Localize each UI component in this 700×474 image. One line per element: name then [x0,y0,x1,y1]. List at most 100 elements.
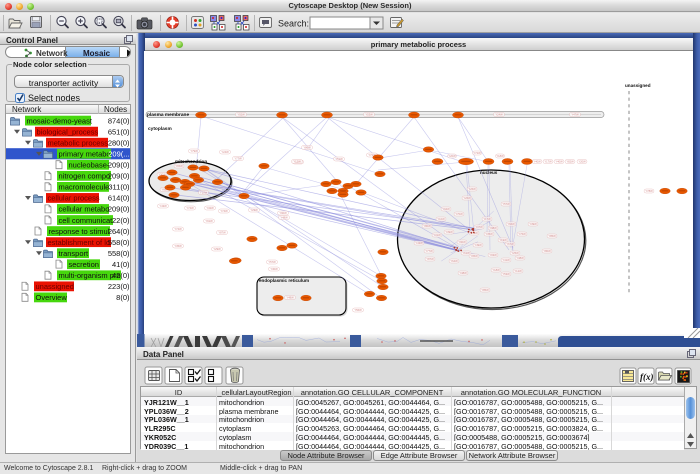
svg-text:response to stimul: response to stimul [49,226,110,235]
svg-text:Y47W: Y47W [571,113,579,117]
svg-text:Y77W: Y77W [234,157,242,161]
svg-text:311(0): 311(0) [108,182,130,191]
svg-text:Y17W: Y17W [483,217,491,221]
svg-text:Y79W: Y79W [190,149,198,153]
svg-text:Y35W: Y35W [485,232,493,236]
svg-text:Y53W: Y53W [365,113,373,117]
svg-text:42(0): 42(0) [112,271,130,280]
svg-text:Y70W: Y70W [455,212,463,216]
svg-text:Y95W: Y95W [470,254,478,258]
svg-text:Overview: Overview [36,293,68,302]
svg-text:unassigned: unassigned [625,83,651,88]
svg-text:biological_process: biological_process [37,127,99,136]
svg-text:Y12W: Y12W [293,160,301,164]
svg-text:Y67W: Y67W [506,242,514,246]
svg-text:Y90W: Y90W [458,240,466,244]
svg-text:8(0): 8(0) [116,293,130,302]
svg-text:Y92W: Y92W [237,113,245,117]
svg-text:mitochondrion: mitochondrion [175,159,207,164]
svg-text:Y43W: Y43W [159,204,167,208]
svg-text:558(0): 558(0) [108,237,130,246]
svg-text:Y18W: Y18W [492,268,500,272]
svg-text:Y90W: Y90W [279,211,287,215]
svg-text:Y80W: Y80W [423,224,431,228]
svg-text:Y25W: Y25W [511,251,519,255]
svg-text:Y82W: Y82W [566,160,574,164]
svg-text:Y74W: Y74W [174,227,182,231]
svg-text:cellular metabo: cellular metabo [59,204,110,213]
svg-text:209(...: 209(... [108,149,129,158]
svg-text:Y20W: Y20W [578,160,586,164]
svg-text:Y56W: Y56W [354,308,362,312]
svg-text:establishment of lo: establishment of lo [48,237,111,246]
svg-text:558(0): 558(0) [108,248,130,257]
svg-text:Y20W: Y20W [448,154,456,158]
svg-text:Y65W: Y65W [175,164,183,168]
svg-text:Y76W: Y76W [518,232,526,236]
svg-text:Y17W: Y17W [544,160,552,164]
svg-text:secretion: secretion [69,259,99,268]
svg-text:Y77W: Y77W [425,249,433,253]
svg-text:nucleus: nucleus [480,170,498,175]
svg-text:cell communicat: cell communicat [59,215,114,224]
svg-text:Y49W: Y49W [474,243,482,247]
svg-text:209(0): 209(0) [108,171,130,180]
svg-text:Y64W: Y64W [450,259,458,263]
svg-text:Y51W: Y51W [335,157,343,161]
svg-text:Y29W: Y29W [213,247,221,251]
svg-text:Y39W: Y39W [529,222,537,226]
svg-text:Y53W: Y53W [502,272,510,276]
svg-text:Y66W: Y66W [507,222,515,226]
svg-text:Y30W: Y30W [270,267,278,271]
svg-text:Y87W: Y87W [218,231,226,235]
svg-text:cytoplasm: cytoplasm [148,126,172,132]
svg-text:Y26W: Y26W [463,196,471,200]
svg-text:Y86W: Y86W [303,146,311,150]
svg-text:Y93W: Y93W [489,253,497,257]
svg-text:223(0): 223(0) [108,282,130,291]
svg-text:Y74W: Y74W [220,209,228,213]
svg-text:Y49W: Y49W [286,296,294,300]
svg-text:cellular process: cellular process [48,193,100,202]
svg-text:Y38W: Y38W [459,271,467,275]
svg-text:Search:: Search: [278,19,309,29]
svg-text:Y38W: Y38W [516,256,524,260]
svg-text:unassigned: unassigned [36,282,74,291]
svg-text:Y98W: Y98W [489,226,497,230]
svg-text:Y43W: Y43W [415,241,423,245]
svg-text:Y80W: Y80W [543,249,551,253]
svg-text:endoplasmic reticulum: endoplasmic reticulum [259,278,309,283]
svg-text:Y24W: Y24W [495,113,503,117]
svg-text:Y24W: Y24W [221,150,229,154]
svg-text:614(0): 614(0) [108,193,130,202]
svg-text:Y32W: Y32W [206,206,214,210]
svg-text:Y72W: Y72W [473,151,481,155]
svg-text:651(0): 651(0) [108,127,130,136]
svg-text:plasma membrane: plasma membrane [147,112,189,118]
svg-text:874(0): 874(0) [108,116,130,125]
svg-text:209(0): 209(0) [108,204,130,213]
svg-text:Y35W: Y35W [174,244,182,248]
svg-text:Y94W: Y94W [442,207,450,211]
svg-text:Y57W: Y57W [502,202,510,206]
svg-text:22(0): 22(0) [112,215,130,224]
svg-text:Y10W: Y10W [437,217,445,221]
svg-text:Y40W: Y40W [555,160,563,164]
svg-text:Y37W: Y37W [475,225,483,229]
svg-text:f(x): f(x) [640,372,654,382]
svg-text:Y18W: Y18W [496,154,504,158]
svg-text:mosaic-demo-yeast: mosaic-demo-yeast [27,116,93,125]
svg-text:Y91W: Y91W [205,219,213,223]
svg-text:209(0): 209(0) [108,160,130,169]
svg-text:Y41W: Y41W [502,258,510,262]
svg-text:Y74W: Y74W [186,206,194,210]
svg-text:280(0): 280(0) [108,138,130,147]
svg-text:Y26W: Y26W [468,187,476,191]
svg-text:nucleobase-: nucleobase- [69,160,110,169]
svg-text:Y23W: Y23W [250,208,258,212]
svg-text:metabolic process: metabolic process [48,138,109,147]
svg-text:41(0): 41(0) [112,259,130,268]
svg-text:Y40W: Y40W [533,160,541,164]
svg-text:macromolecule: macromolecule [59,182,110,191]
svg-text:Y85W: Y85W [548,234,556,238]
